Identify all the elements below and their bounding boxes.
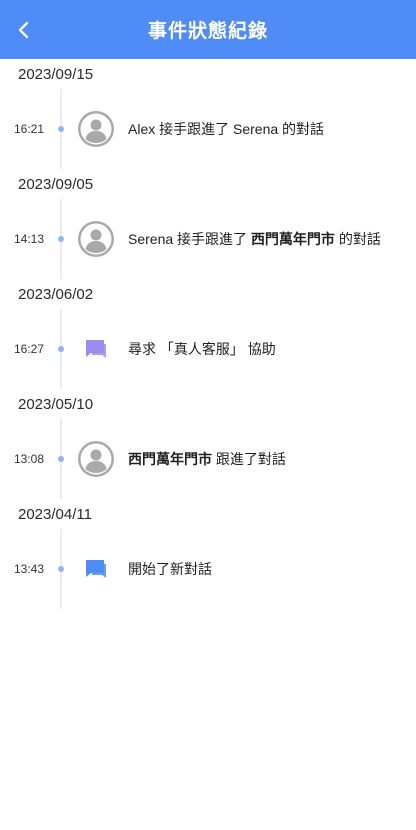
avatar-icon: [77, 440, 115, 478]
timeline-dot: [58, 126, 64, 132]
date-header: 2023/09/05: [18, 175, 94, 193]
page-title: 事件狀態紀錄: [147, 21, 268, 42]
timeline-event: 14:13 Serena 接手跟進了 西門萬年門市 的對話: [0, 199, 416, 279]
event-time: 13:43: [14, 562, 45, 576]
timeline-event: 13:43 開始了新對話: [0, 529, 416, 609]
back-button[interactable]: [8, 14, 40, 46]
chat-icon: [77, 330, 115, 368]
event-text: Serena 接手跟進了: [128, 230, 251, 247]
chat-icon: [77, 550, 115, 588]
event-text: 跟進了對話: [212, 450, 286, 467]
date-header: 2023/06/02: [18, 285, 94, 303]
event-description: 尋求 「真人客服」 協助: [128, 340, 392, 359]
timeline-event: 16:21 Alex 接手跟進了 Serena 的對話: [0, 89, 416, 169]
event-description: Serena 接手跟進了 西門萬年門市 的對話: [128, 230, 392, 249]
date-header: 2023/05/10: [18, 395, 94, 413]
avatar-icon: [77, 110, 115, 148]
event-time: 16:21: [14, 122, 45, 136]
event-text: Alex 接手跟進了 Serena 的對話: [128, 120, 325, 137]
timeline-dot: [58, 346, 64, 352]
event-description: 西門萬年門市 跟進了對話: [128, 450, 392, 469]
event-description: Alex 接手跟進了 Serena 的對話: [128, 120, 392, 139]
event-text: 的對話: [334, 230, 381, 247]
event-text: 尋求 「真人客服」 協助: [128, 340, 276, 357]
timeline-dot: [58, 456, 64, 462]
event-time: 13:08: [14, 452, 45, 466]
date-header: 2023/04/11: [18, 505, 92, 523]
chevron-left-icon: [18, 21, 29, 39]
store-name: 西門萬年門市: [128, 450, 212, 467]
store-name: 西門萬年門市: [250, 230, 335, 247]
timeline-dot: [58, 566, 64, 572]
avatar-icon: [77, 220, 115, 258]
timeline-event: 16:27 尋求 「真人客服」 協助: [0, 309, 416, 389]
date-header: 2023/09/15: [18, 65, 94, 83]
event-time: 14:13: [14, 232, 45, 246]
timeline-dot: [58, 236, 64, 242]
app-header: 事件狀態紀錄: [0, 0, 416, 59]
event-time: 16:27: [14, 342, 45, 356]
event-description: 開始了新對話: [128, 560, 392, 579]
timeline-event: 13:08 西門萬年門市 跟進了對話: [0, 419, 416, 499]
event-timeline: 2023/09/15 16:21 Alex 接手跟進了 Serena 的對話 2023…: [0, 59, 416, 609]
event-text: 開始了新對話: [128, 560, 212, 577]
